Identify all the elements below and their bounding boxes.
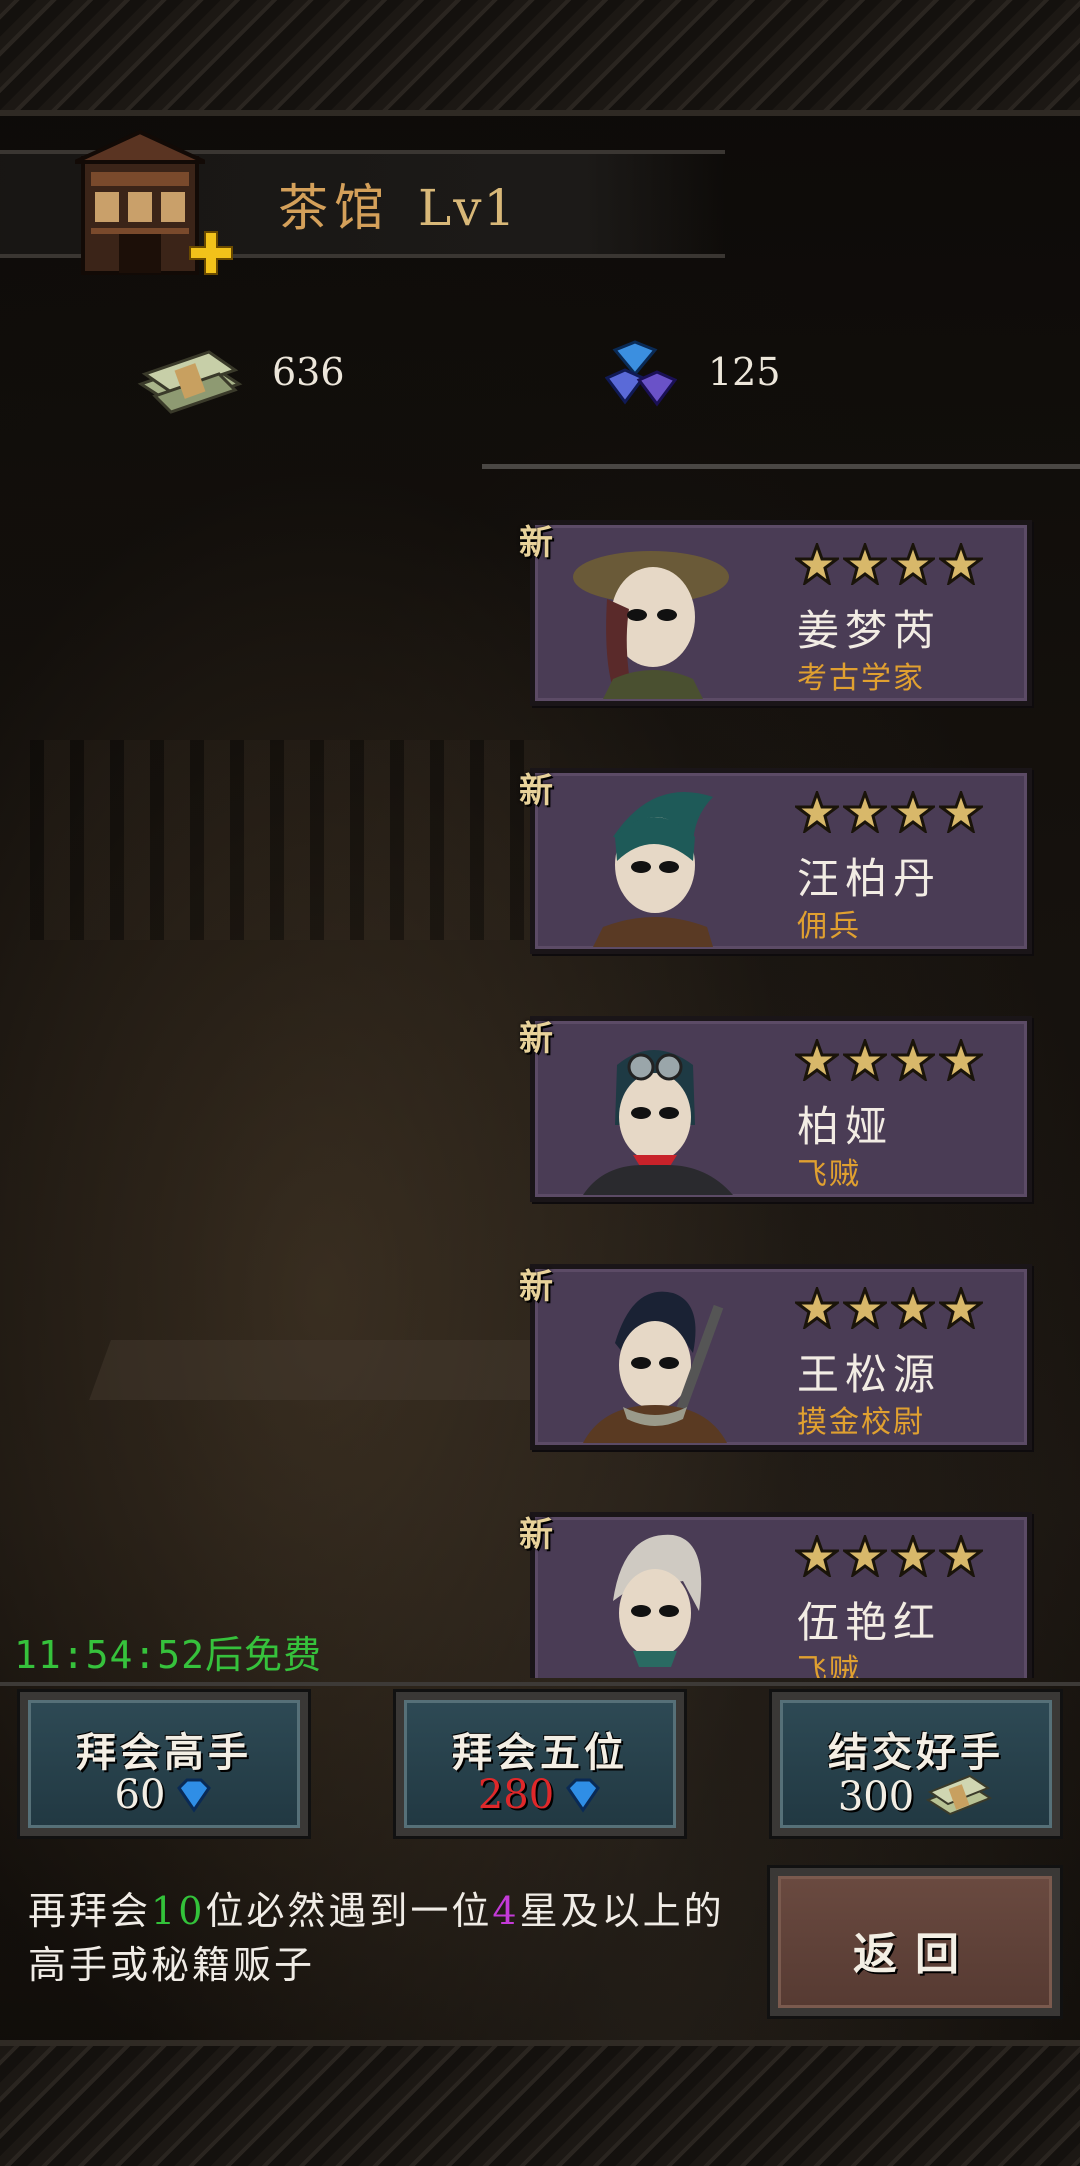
action-divider bbox=[0, 1682, 1080, 1686]
character-name: 柏娅 bbox=[797, 1102, 894, 1151]
button-cost: 300 bbox=[780, 1772, 1052, 1822]
character-portrait bbox=[613, 1534, 702, 1667]
free-timer: 11:54:52后免费 bbox=[14, 1633, 323, 1677]
star-icon bbox=[891, 1535, 935, 1577]
star-icon bbox=[939, 791, 983, 833]
character-name: 姜梦芮 bbox=[797, 606, 942, 655]
character-portrait bbox=[573, 551, 729, 699]
recruit-card[interactable]: 新 王松源 摸金校尉 bbox=[519, 1264, 1032, 1450]
star-icon bbox=[795, 1039, 839, 1081]
diamond-icon bbox=[566, 1778, 601, 1813]
character-role: 考古学家 bbox=[797, 661, 925, 696]
star-icon bbox=[939, 543, 983, 585]
diamond-icon bbox=[177, 1778, 212, 1813]
diamond-icon bbox=[605, 340, 677, 407]
recruit-card[interactable]: 新 伍艳红 飞贼 bbox=[519, 1512, 1032, 1678]
hint-stars: 4 bbox=[492, 1889, 520, 1933]
new-badge: 新 bbox=[519, 1019, 553, 1059]
new-badge: 新 bbox=[519, 1515, 553, 1555]
cash-stack-icon bbox=[137, 350, 243, 414]
new-badge: 新 bbox=[519, 771, 553, 811]
bottom-border-decoration bbox=[0, 2040, 1080, 2166]
character-portrait bbox=[583, 1291, 727, 1443]
visit-master-button[interactable]: 拜会高手 60 bbox=[20, 1692, 308, 1836]
star-icon bbox=[939, 1535, 983, 1577]
character-portrait bbox=[583, 1050, 733, 1195]
new-badge: 新 bbox=[519, 523, 553, 563]
star-icon bbox=[843, 1039, 887, 1081]
page-title: 茶馆 Lv1 bbox=[278, 168, 517, 240]
star-icon bbox=[891, 543, 935, 585]
button-label: 结交好手 bbox=[828, 1729, 1004, 1776]
list-divider bbox=[482, 464, 1080, 469]
character-name: 伍艳红 bbox=[797, 1598, 942, 1647]
character-role: 飞贼 bbox=[797, 1157, 861, 1192]
character-role: 佣兵 bbox=[797, 909, 861, 944]
hint-text: 再拜会 bbox=[28, 1889, 152, 1933]
upgrade-plus-icon[interactable] bbox=[188, 230, 234, 276]
recruit-card[interactable]: 新 姜梦芮 考古学家 bbox=[519, 520, 1032, 706]
star-rating bbox=[795, 543, 983, 585]
cash-amount: 636 bbox=[272, 350, 345, 394]
hint-text: 位必然遇到一位 bbox=[205, 1889, 493, 1933]
star-icon bbox=[939, 1287, 983, 1329]
recruit-list[interactable]: 新 姜梦芮 考古学家 新 汪柏丹 佣兵 新 柏娅 飞贼 新 王松源 摸金校尉 新… bbox=[500, 500, 1060, 1678]
back-label: 返回 bbox=[853, 1929, 977, 1980]
star-icon bbox=[843, 543, 887, 585]
recruit-card[interactable]: 新 柏娅 飞贼 bbox=[519, 1016, 1032, 1202]
gem-amount: 125 bbox=[708, 350, 781, 394]
button-cost: 280 bbox=[404, 1772, 676, 1818]
star-rating bbox=[795, 1287, 983, 1329]
guarantee-hint: 再拜会10位必然遇到一位4星及以上的高手或秘籍贩子 bbox=[28, 1884, 748, 1992]
button-label: 拜会五位 bbox=[452, 1729, 628, 1776]
star-icon bbox=[891, 1039, 935, 1081]
star-icon bbox=[939, 1039, 983, 1081]
star-icon bbox=[891, 791, 935, 833]
visit-five-button[interactable]: 拜会五位 280 bbox=[396, 1692, 684, 1836]
star-icon bbox=[843, 1287, 887, 1329]
cost-value: 280 bbox=[477, 1772, 555, 1818]
star-icon bbox=[843, 791, 887, 833]
new-badge: 新 bbox=[519, 1267, 553, 1307]
recruit-card[interactable]: 新 汪柏丹 佣兵 bbox=[519, 768, 1032, 954]
button-label: 拜会高手 bbox=[76, 1729, 252, 1776]
character-role: 摸金校尉 bbox=[797, 1405, 925, 1440]
star-icon bbox=[891, 1287, 935, 1329]
cost-value: 60 bbox=[114, 1772, 166, 1818]
star-icon bbox=[795, 1535, 839, 1577]
hint-count: 10 bbox=[151, 1889, 206, 1933]
character-role: 飞贼 bbox=[797, 1653, 861, 1678]
star-icon bbox=[795, 543, 839, 585]
character-portrait bbox=[593, 792, 713, 947]
cash-stack-icon bbox=[925, 1774, 993, 1816]
character-name: 王松源 bbox=[797, 1350, 942, 1399]
star-rating bbox=[795, 1535, 983, 1577]
star-icon bbox=[795, 1287, 839, 1329]
button-cost: 60 bbox=[28, 1772, 300, 1818]
character-name: 汪柏丹 bbox=[797, 854, 942, 903]
befriend-expert-button[interactable]: 结交好手 300 bbox=[772, 1692, 1060, 1836]
star-icon bbox=[843, 1535, 887, 1577]
star-icon bbox=[795, 791, 839, 833]
cost-value: 300 bbox=[837, 1774, 915, 1820]
title-text: 茶馆 bbox=[278, 179, 390, 237]
level-text: Lv1 bbox=[418, 179, 518, 237]
star-rating bbox=[795, 1039, 983, 1081]
top-border-decoration bbox=[0, 0, 1080, 116]
star-rating bbox=[795, 791, 983, 833]
back-button[interactable]: 返回 bbox=[770, 1868, 1060, 2016]
teahouse-building-icon[interactable] bbox=[75, 128, 205, 278]
